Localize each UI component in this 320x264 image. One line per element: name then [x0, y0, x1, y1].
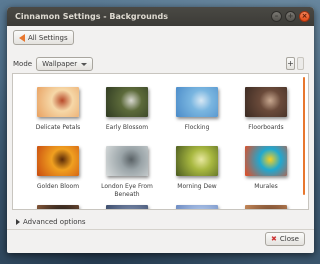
mode-selected-value: Wallpaper	[42, 60, 78, 68]
add-wallpaper-button[interactable]: +	[286, 57, 295, 70]
wallpaper-item[interactable]: Early Blossom	[93, 87, 161, 132]
wallpaper-thumbnail	[176, 205, 218, 209]
all-settings-button[interactable]: All Settings	[13, 30, 74, 45]
window-title: Cinnamon Settings - Backgrounds	[15, 12, 168, 21]
expander-arrow-icon	[16, 219, 20, 225]
wallpaper-item[interactable]: London Eye From Beneath	[93, 146, 161, 199]
close-button[interactable]: ✖ Close	[265, 232, 305, 246]
advanced-options-expander[interactable]: Advanced options	[16, 218, 86, 226]
toolbar: All Settings	[13, 30, 74, 45]
minimize-button[interactable]: –	[271, 11, 282, 22]
settings-window: Cinnamon Settings - Backgrounds – + × Al…	[7, 7, 314, 253]
wallpaper-item[interactable]: Delicate Petals	[24, 87, 92, 132]
wallpaper-thumbnail	[106, 87, 148, 117]
wallpaper-thumbnail	[37, 205, 79, 209]
remove-wallpaper-button[interactable]	[297, 57, 304, 70]
back-arrow-icon	[19, 33, 25, 42]
wallpaper-thumbnail	[176, 146, 218, 176]
wallpaper-gallery: Delicate Petals Early Blossom Flocking Floo…	[12, 73, 309, 210]
gallery-scrollbar[interactable]	[303, 77, 305, 195]
window-controls: – + ×	[271, 11, 310, 22]
wallpaper-thumbnail	[245, 87, 287, 117]
mode-row: Mode Wallpaper	[13, 57, 94, 71]
wallpaper-label: Early Blossom	[105, 124, 149, 131]
wallpaper-item[interactable]	[163, 205, 231, 209]
wallpaper-item[interactable]	[93, 205, 161, 209]
close-window-button[interactable]: ×	[299, 11, 310, 22]
wallpaper-label: Murales	[254, 183, 278, 190]
wallpaper-thumbnail	[245, 146, 287, 176]
wallpaper-thumbnail	[37, 146, 79, 176]
wallpaper-label: Golden Bloom	[36, 183, 80, 190]
maximize-button[interactable]: +	[285, 11, 296, 22]
wallpaper-thumbnail	[106, 146, 148, 176]
close-label: Close	[279, 235, 299, 243]
advanced-options-label: Advanced options	[23, 218, 86, 226]
mode-label: Mode	[13, 60, 33, 68]
wallpaper-thumbnail	[37, 87, 79, 117]
wallpaper-thumbnail	[245, 205, 287, 209]
mode-select[interactable]: Wallpaper	[36, 57, 94, 71]
wallpaper-label: Floorboards	[248, 124, 284, 131]
wallpaper-item[interactable]: Murales	[232, 146, 300, 191]
all-settings-label: All Settings	[28, 33, 68, 42]
wallpaper-label: Flocking	[184, 124, 210, 131]
footer-divider	[7, 229, 314, 230]
wallpaper-item[interactable]	[232, 205, 300, 209]
wallpaper-label: Delicate Petals	[35, 124, 81, 131]
close-icon: ✖	[271, 235, 277, 243]
wallpaper-item[interactable]: Golden Bloom	[24, 146, 92, 191]
titlebar[interactable]: Cinnamon Settings - Backgrounds – + ×	[7, 7, 314, 26]
wallpaper-item[interactable]: Morning Dew	[163, 146, 231, 191]
wallpaper-thumbnail	[176, 87, 218, 117]
wallpaper-label: London Eye From Beneath	[101, 183, 153, 198]
chevron-down-icon	[81, 62, 88, 66]
wallpaper-label: Morning Dew	[177, 183, 217, 190]
wallpaper-thumbnail	[106, 205, 148, 209]
wallpaper-item[interactable]: Floorboards	[232, 87, 300, 132]
wallpaper-item[interactable]: Flocking	[163, 87, 231, 132]
wallpaper-item[interactable]	[24, 205, 92, 209]
